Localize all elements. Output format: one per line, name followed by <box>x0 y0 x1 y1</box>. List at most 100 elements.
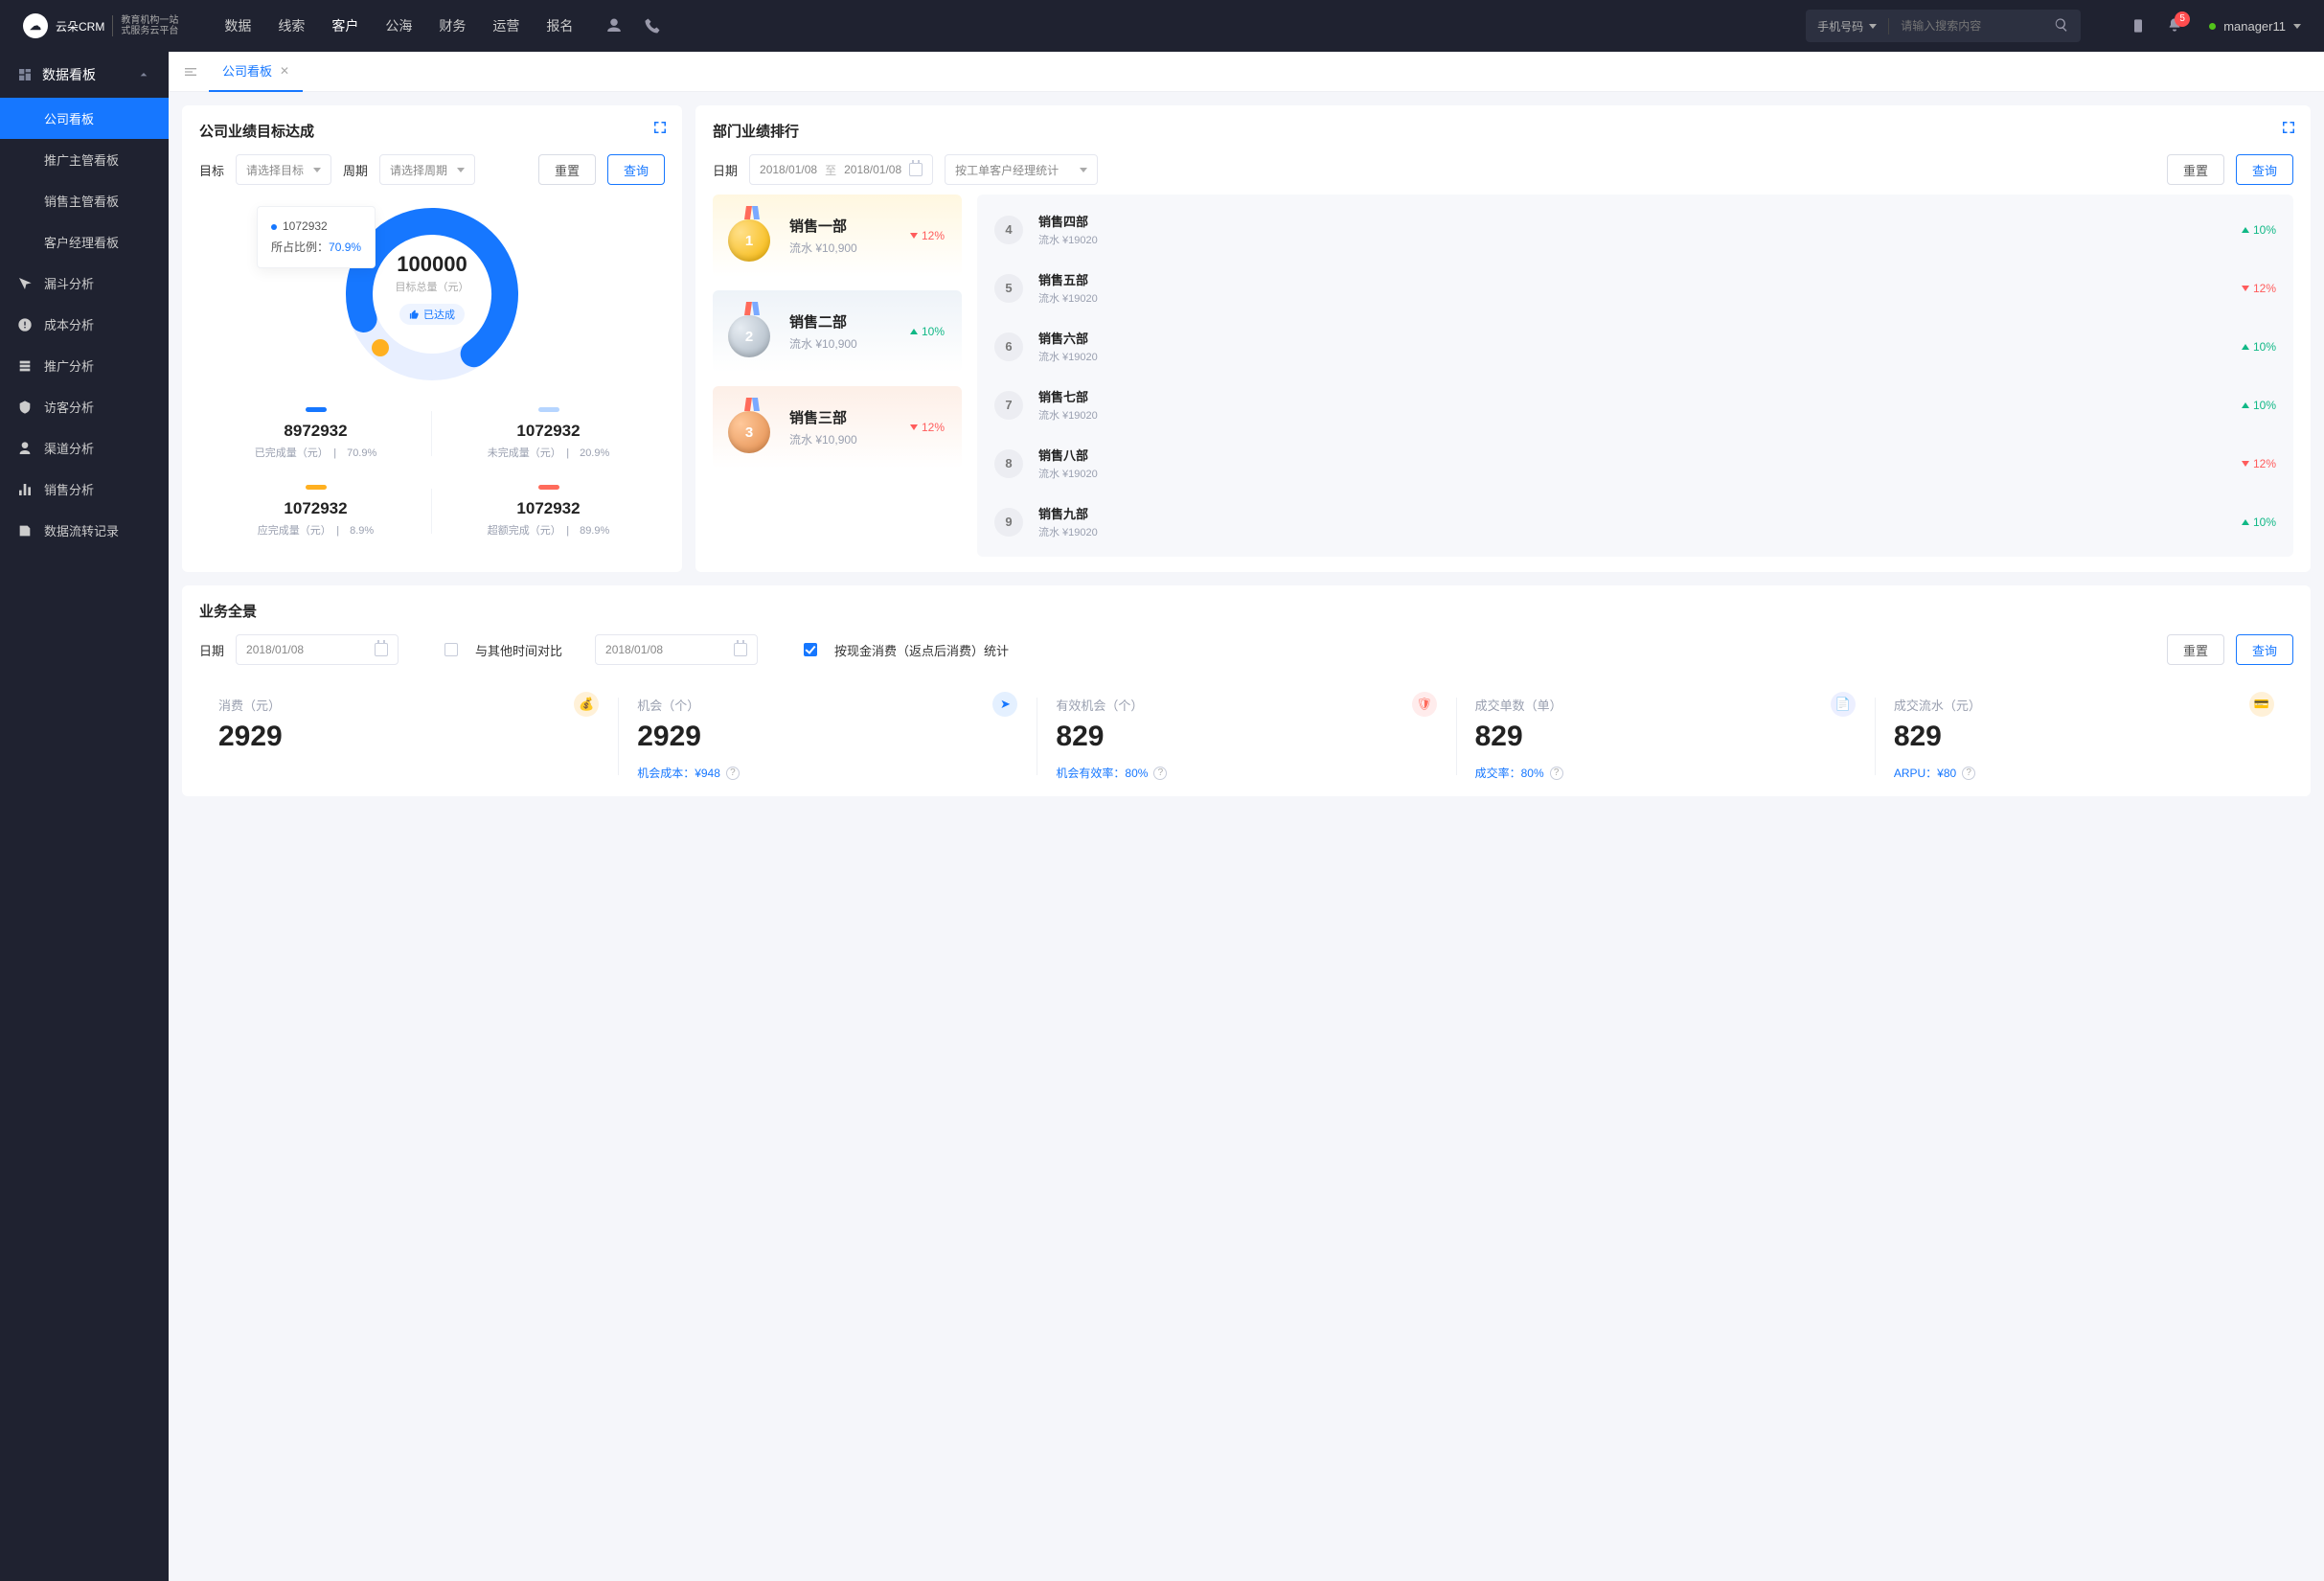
cash-checkbox[interactable] <box>804 643 817 656</box>
target-select[interactable]: 请选择目标 <box>236 154 331 185</box>
dept-flow: 流水 ¥10,900 <box>789 431 857 447</box>
brand-name: 云朵CRM <box>56 18 104 34</box>
date-picker-1[interactable]: 2018/01/08 <box>236 634 399 665</box>
date-picker-2[interactable]: 2018/01/08 <box>595 634 758 665</box>
period-select[interactable]: 请选择周期 <box>379 154 475 185</box>
metric-card: 有效机会（个）🛡829机会有效率：80%? <box>1037 692 1455 781</box>
donut-handle-icon <box>372 339 389 356</box>
search-type-select[interactable]: 手机号码 <box>1806 18 1889 34</box>
nav-item[interactable]: 财务 <box>439 16 466 35</box>
goal-stat: 1072932应完成量（元） | 8.9% <box>199 485 432 538</box>
query-button[interactable]: 查询 <box>2236 154 2293 185</box>
sidebar-section-dashboard[interactable]: 数据看板 <box>0 52 169 98</box>
user-menu[interactable]: manager11 <box>2209 19 2301 34</box>
search-input[interactable] <box>1889 19 2042 33</box>
delta-badge: 12% <box>910 421 945 434</box>
medal-icon: 3 <box>728 403 776 451</box>
query-button[interactable]: 查询 <box>2236 634 2293 665</box>
reset-button[interactable]: 重置 <box>2167 634 2224 665</box>
delta-badge: 12% <box>2242 282 2276 295</box>
arrow-icon <box>910 424 918 430</box>
delta-badge: 10% <box>2242 516 2276 529</box>
compare-checkbox[interactable] <box>444 643 458 656</box>
tab-company-board[interactable]: 公司看板 ✕ <box>209 52 303 92</box>
nav-item[interactable]: 数据 <box>224 16 251 35</box>
status-dot-icon <box>2209 23 2216 30</box>
nav-item[interactable]: 公海 <box>385 16 412 35</box>
reset-button[interactable]: 重置 <box>538 154 596 185</box>
date-range[interactable]: 2018/01/08 至 2018/01/08 <box>749 154 933 185</box>
stat-color-bar <box>538 485 559 490</box>
phone-icon[interactable] <box>644 17 661 34</box>
nav-item[interactable]: 客户 <box>331 16 358 35</box>
sidebar-item[interactable]: 数据流转记录 <box>0 510 169 551</box>
chevron-down-icon <box>313 168 321 172</box>
reset-button[interactable]: 重置 <box>2167 154 2224 185</box>
metric-label: 消费（元） <box>218 696 281 714</box>
sidebar-item[interactable]: 成本分析 <box>0 304 169 345</box>
device-icon[interactable] <box>2130 18 2146 34</box>
sidebar-item[interactable]: 公司看板 <box>0 98 169 139</box>
thumbs-up-icon <box>409 309 420 320</box>
sidebar-item[interactable]: 推广主管看板 <box>0 139 169 180</box>
stat-color-bar <box>538 407 559 412</box>
goal-donut: 1072932 所占比例：70.9% 100000 目标总量（元） <box>199 198 665 538</box>
stat-color-bar <box>306 407 327 412</box>
card-company-goal: 公司业绩目标达成 目标 请选择目标 周期 请选择周期 重置 查询 1072932 <box>182 105 682 572</box>
medal-icon: 1 <box>728 212 776 260</box>
nav-item[interactable]: 报名 <box>546 16 573 35</box>
search-button[interactable] <box>2042 17 2081 35</box>
collapse-sidebar-button[interactable] <box>180 61 201 82</box>
sidebar-item[interactable]: 客户经理看板 <box>0 221 169 263</box>
medal-card: 1销售一部流水 ¥10,90012% <box>713 195 962 277</box>
metric-value: 829 <box>1475 721 1856 753</box>
query-button[interactable]: 查询 <box>607 154 665 185</box>
expand-icon[interactable] <box>2280 119 2297 136</box>
rank-number: 5 <box>994 274 1023 303</box>
user-icon[interactable] <box>605 17 623 34</box>
delta-badge: 12% <box>910 229 945 242</box>
nav-icon <box>17 523 33 538</box>
nav-item[interactable]: 线索 <box>278 16 305 35</box>
dept-flow: 流水 ¥19020 <box>1038 290 1098 306</box>
rank-number: 6 <box>994 332 1023 361</box>
sidebar-item[interactable]: 访客分析 <box>0 386 169 427</box>
help-icon[interactable]: ? <box>1153 767 1167 780</box>
help-icon[interactable]: ? <box>1962 767 1975 780</box>
expand-icon[interactable] <box>651 119 669 136</box>
close-icon[interactable]: ✕ <box>280 64 289 78</box>
brand-tagline: 教育机构一站 式服务云平台 <box>112 15 178 36</box>
dept-name: 销售六部 <box>1038 329 1098 347</box>
medal-card: 2销售二部流水 ¥10,90010% <box>713 290 962 373</box>
help-icon[interactable]: ? <box>1550 767 1563 780</box>
rank-row: 7销售七部流水 ¥1902010% <box>977 376 2293 434</box>
goal-stat: 1072932未完成量（元） | 20.9% <box>432 407 665 460</box>
dept-flow: 流水 ¥19020 <box>1038 232 1098 247</box>
delta-badge: 10% <box>2242 399 2276 412</box>
sidebar-item[interactable]: 渠道分析 <box>0 427 169 469</box>
sidebar-item[interactable]: 销售主管看板 <box>0 180 169 221</box>
metric-icon: 🛡 <box>1412 692 1437 717</box>
sidebar-item[interactable]: 漏斗分析 <box>0 263 169 304</box>
sidebar: 数据看板 公司看板推广主管看板销售主管看板客户经理看板 漏斗分析成本分析推广分析… <box>0 52 169 1581</box>
dept-flow: 流水 ¥10,900 <box>789 335 857 352</box>
stat-value: 1072932 <box>438 499 659 518</box>
metric-label: 成交流水（元） <box>1894 696 1981 714</box>
metric-label: 成交单数（单） <box>1475 696 1562 714</box>
metric-icon: ➤ <box>992 692 1017 717</box>
goal-stat: 8972932 已完成量（元） | 70.9% <box>199 407 432 460</box>
metric-value: 829 <box>1056 721 1436 753</box>
delta-badge: 10% <box>910 325 945 338</box>
arrow-icon <box>2242 227 2249 233</box>
stat-value: 8972932 <box>205 422 426 441</box>
compare-label: 与其他时间对比 <box>475 641 562 659</box>
sidebar-item[interactable]: 销售分析 <box>0 469 169 510</box>
sidebar-item[interactable]: 推广分析 <box>0 345 169 386</box>
help-icon[interactable]: ? <box>726 767 740 780</box>
stat-label: 已完成量（元） | 70.9% <box>205 445 426 460</box>
stat-label: 超额完成（元） | 89.9% <box>438 522 659 538</box>
stat-type-select[interactable]: 按工单客户经理统计 <box>945 154 1098 185</box>
dot-icon <box>271 224 277 230</box>
notification-button[interactable]: 5 <box>2167 17 2182 35</box>
nav-item[interactable]: 运营 <box>492 16 519 35</box>
